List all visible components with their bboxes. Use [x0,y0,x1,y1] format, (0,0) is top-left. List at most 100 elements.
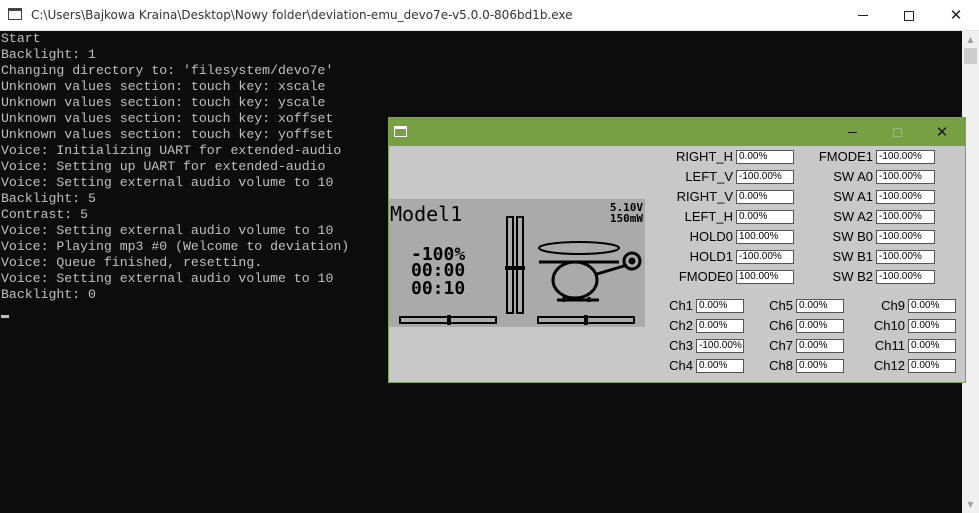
console-title-bar[interactable]: C:\Users\Bajkowa Kraina\Desktop\Nowy fol… [0,0,979,31]
channel-label: Ch1 [669,298,693,313]
emulator-content: Model1 5.10V 150mW -100% 00:00 00:10 RIG… [389,146,965,382]
channel-label: Ch6 [769,318,793,333]
console-line: Unknown values section: touch key: xscal… [1,79,326,94]
minimize-icon [858,15,868,16]
switch-label: SW B1 [832,249,873,264]
switch-value[interactable]: -100.00% [876,170,935,184]
switch-value[interactable]: -100.00% [876,230,935,244]
model-name: Model1 [390,202,463,226]
switch-label: SW A1 [833,189,873,204]
maximize-button[interactable] [886,0,932,31]
channel-value[interactable]: 0.00% [696,359,744,373]
left-trim-indicator [447,315,451,325]
console-line: Voice: Setting external audio volume to … [1,175,334,190]
emulator-app-icon[interactable] [394,126,407,137]
input-label: HOLD0 [689,229,733,244]
console-app-icon[interactable] [8,8,22,20]
battery-readout: 5.10V 150mW [610,202,643,224]
input-label: HOLD1 [689,249,733,264]
trim-indicator [505,266,525,270]
switch-label: SW A0 [833,169,873,184]
channel-label: Ch5 [769,298,793,313]
channel-value[interactable]: 0.00% [908,299,956,313]
console-line: Unknown values section: touch key: yoffs… [1,127,334,142]
lcd-screen: Model1 5.10V 150mW -100% 00:00 00:10 [389,199,645,327]
console-line: Unknown values section: touch key: yscal… [1,95,326,110]
console-line: Voice: Initializing UART for extended-au… [1,143,342,158]
console-line: Voice: Setting external audio volume to … [1,223,334,238]
emulator-window[interactable]: ✕ Model1 5.10V 150mW -100% 00:00 00:10 R… [388,117,966,383]
channel-label: Ch11 [874,338,905,353]
channel-label: Ch3 [669,338,693,353]
channel-label: Ch12 [873,358,905,373]
channel-value[interactable]: 0.00% [796,359,844,373]
minimize-button[interactable] [840,0,886,31]
maximize-icon [904,10,914,21]
console-window-title: C:\Users\Bajkowa Kraina\Desktop\Nowy fol… [31,8,573,22]
channel-value[interactable]: 0.00% [796,299,844,313]
emulator-minimize-button[interactable] [829,118,875,146]
close-icon: ✕ [949,6,963,24]
scroll-down-arrow-icon[interactable]: ▼ [962,496,979,513]
input-label: RIGHT_H [675,149,733,164]
close-button[interactable]: ✕ [933,0,979,31]
timer-2: 00:10 [411,278,466,299]
switch-value[interactable]: -100.00% [876,250,935,264]
switch-value[interactable]: -100.00% [876,270,935,284]
scroll-up-arrow-icon[interactable]: ▲ [962,31,979,48]
switch-value[interactable]: -100.00% [876,150,935,164]
channel-value[interactable]: -100.00% [696,339,744,353]
console-line: Voice: Queue finished, resetting. [1,255,263,270]
maximize-icon [892,127,902,137]
channel-value[interactable]: 0.00% [796,319,844,333]
input-value[interactable]: 0.00% [736,150,794,164]
power: 150mW [609,212,643,225]
channel-value[interactable]: 0.00% [796,339,844,353]
close-icon: ✕ [935,122,949,141]
input-value[interactable]: -100.00% [736,170,794,184]
scroll-thumb[interactable] [964,48,977,64]
emulator-maximize-button[interactable] [874,118,920,146]
console-line: Contrast: 5 [1,207,89,222]
switch-label: SW B2 [832,269,873,284]
input-value[interactable]: 0.00% [736,210,794,224]
left-vertical-trim-bar [506,216,514,314]
input-label: FMODE0 [678,269,733,284]
input-label: LEFT_V [685,169,733,184]
input-value[interactable]: -100.00% [736,250,794,264]
channel-label: Ch8 [769,358,793,373]
channel-value[interactable]: 0.00% [696,299,744,313]
timer-1: 00:00 [411,260,466,281]
emulator-title-bar[interactable]: ✕ [389,118,965,146]
channel-value[interactable]: 0.00% [696,319,744,333]
input-value[interactable]: 100.00% [736,230,794,244]
input-value[interactable]: 0.00% [736,190,794,204]
channel-value[interactable]: 0.00% [908,319,956,333]
switch-label: FMODE1 [818,149,873,164]
input-label: RIGHT_V [676,189,733,204]
channel-value[interactable]: 0.00% [908,339,956,353]
console-line: Voice: Playing mp3 #0 (Welcome to deviat… [1,239,350,254]
channel-label: Ch2 [669,318,693,333]
console-line: Backlight: 5 [1,191,96,206]
channel-label: Ch7 [769,338,793,353]
right-vertical-trim-bar [516,216,524,314]
helicopter-icon [538,241,642,302]
text-cursor [1,315,9,318]
channel-label: Ch10 [873,318,905,333]
console-line: Unknown values section: touch key: xoffs… [1,111,334,126]
right-trim-indicator [584,315,588,325]
channel-label: Ch9 [881,298,905,313]
minimize-icon [847,131,857,133]
switch-label: SW B0 [832,229,873,244]
console-line: Backlight: 1 [1,47,96,62]
switch-value[interactable]: -100.00% [876,190,935,204]
console-line: Changing directory to: 'filesystem/devo7… [1,63,334,78]
emulator-close-button[interactable]: ✕ [919,118,965,146]
channel-value[interactable]: 0.00% [908,359,956,373]
switch-label: SW A2 [833,209,873,224]
channel-label: Ch4 [669,358,693,373]
console-line: Voice: Setting external audio volume to … [1,271,334,286]
switch-value[interactable]: -100.00% [876,210,935,224]
input-value[interactable]: 100.00% [736,270,794,284]
